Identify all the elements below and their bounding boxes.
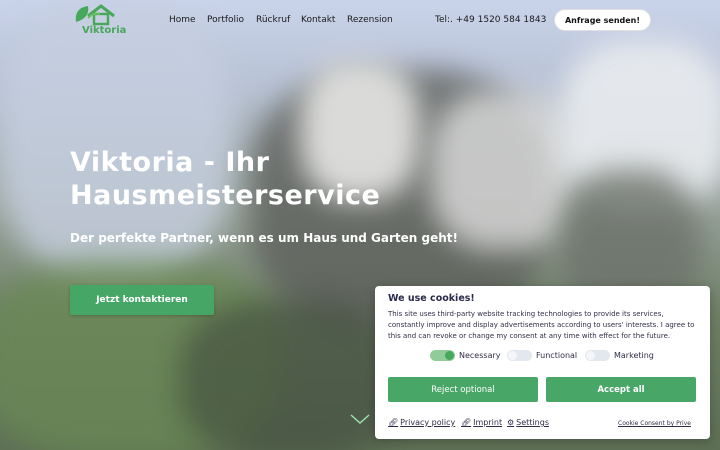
hero-subtitle: Der perfekte Partner, wenn es um Haus un… <box>70 231 459 245</box>
toggle-switch[interactable] <box>585 350 610 361</box>
link-icon: 🔗︎ <box>461 418 472 427</box>
toggle-necessary[interactable]: Necessary <box>430 350 501 361</box>
chevron-down-icon[interactable] <box>350 413 370 425</box>
toggle-label: Necessary <box>459 351 501 360</box>
imprint-link[interactable]: 🔗︎ Imprint <box>461 418 502 427</box>
toggle-label: Functional <box>536 351 578 360</box>
logo[interactable]: Viktoria <box>70 2 126 38</box>
link-label: Privacy policy <box>400 418 456 427</box>
link-label: Settings <box>516 418 549 427</box>
contact-button[interactable]: Jetzt kontaktieren <box>70 285 214 315</box>
nav-rezension[interactable]: Rezension <box>347 15 393 25</box>
toggle-marketing[interactable]: Marketing <box>585 350 654 361</box>
consent-credit-link[interactable]: Cookie Consent by Prive <box>618 420 691 427</box>
gear-icon: ⚙ <box>507 418 515 427</box>
toggle-functional[interactable]: Functional <box>507 350 577 361</box>
nav-rueckruf[interactable]: Rückruf <box>256 15 290 25</box>
reject-optional-button[interactable]: Reject optional <box>388 377 538 402</box>
phone-number[interactable]: Tel:. +49 1520 584 1843 <box>435 15 546 25</box>
toggle-switch[interactable] <box>430 350 455 361</box>
hero-title: Viktoria - Ihr Hausmeisterservice <box>70 147 381 211</box>
accept-all-button[interactable]: Accept all <box>546 377 696 402</box>
cookie-title: We use cookies! <box>388 293 475 304</box>
privacy-policy-link[interactable]: 🔗︎ Privacy policy <box>388 418 455 427</box>
toggle-label: Marketing <box>614 351 654 360</box>
inquiry-button[interactable]: Anfrage senden! <box>554 9 651 31</box>
nav-home[interactable]: Home <box>169 15 196 25</box>
nav-portfolio[interactable]: Portfolio <box>207 15 244 25</box>
toggle-switch[interactable] <box>507 350 532 361</box>
nav-kontakt[interactable]: Kontakt <box>301 15 335 25</box>
house-leaf-icon <box>75 4 115 26</box>
cookie-dialog: We use cookies! This site uses third-par… <box>375 286 710 439</box>
settings-link[interactable]: ⚙ Settings <box>507 418 549 427</box>
site-header: Viktoria Home Portfolio Rückruf Kontakt … <box>0 0 720 42</box>
link-label: Imprint <box>473 418 503 427</box>
cookie-description: This site uses third-party website track… <box>388 310 695 340</box>
logo-text: Viktoria <box>82 25 127 36</box>
link-icon: 🔗︎ <box>388 418 399 427</box>
